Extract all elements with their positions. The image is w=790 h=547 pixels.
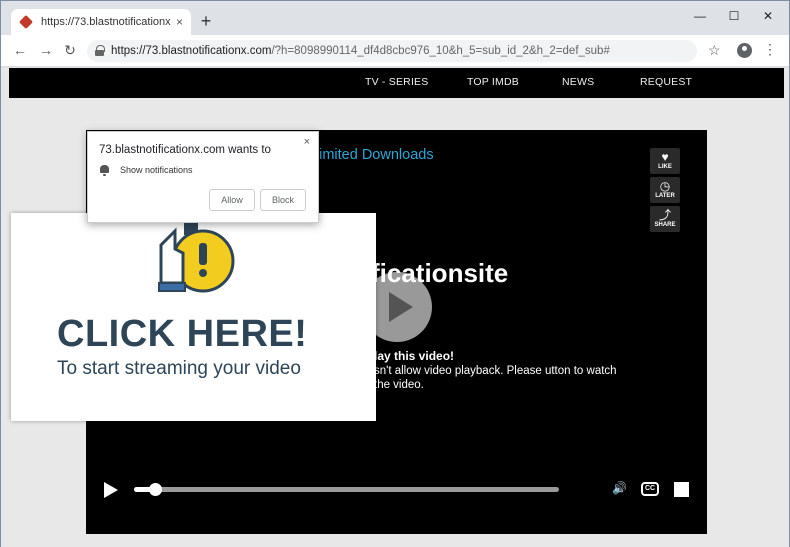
web-page: TV - SERIES TOP IMDB NEWS REQUEST risk.c…: [1, 68, 789, 547]
address-bar[interactable]: https://73.blastnotificationx.com/?h=809…: [87, 40, 697, 62]
nav-link-top-imdb[interactable]: TOP IMDB: [467, 76, 519, 88]
share-button[interactable]: ⤴ SHARE: [650, 206, 680, 232]
tab-title: https://73.blastnotificationx.com: [41, 16, 171, 28]
click-here-overlay[interactable]: CLICK HERE! To start streaming your vide…: [11, 183, 376, 421]
site-favicon-icon: [19, 15, 33, 29]
seek-bar[interactable]: [134, 483, 559, 496]
tab-strip: https://73.blastnotificationx.com × + — …: [1, 1, 789, 35]
click-here-subtitle: To start streaming your video: [57, 358, 301, 379]
like-label: LIKE: [658, 164, 672, 170]
profile-avatar-icon[interactable]: [737, 43, 752, 58]
click-here-title: CLICK HERE!: [57, 313, 308, 355]
play-icon[interactable]: [104, 482, 118, 498]
nav-link-request[interactable]: REQUEST: [640, 76, 692, 88]
url-query: /?h=8098990114_df4d8cbc976_10&h_5=sub_id…: [271, 45, 610, 57]
browser-toolbar: ← → ↻ https://73.blastnotificationx.com /…: [1, 35, 789, 67]
maximize-button[interactable]: ☐: [719, 9, 749, 23]
tab-close-icon[interactable]: ×: [176, 15, 183, 29]
playback-message-title: lay this video!: [374, 349, 455, 363]
share-label: SHARE: [654, 222, 676, 228]
forward-button[interactable]: →: [37, 42, 55, 58]
permission-message: Show notifications: [120, 165, 193, 175]
clock-icon: ◷: [659, 179, 671, 193]
heart-icon: ♥: [661, 150, 669, 164]
url-host: https://73.blastnotificationx.com: [111, 45, 272, 57]
close-window-button[interactable]: ✕: [753, 9, 783, 23]
bell-icon: [100, 165, 109, 176]
back-button[interactable]: ←: [11, 42, 29, 58]
popup-close-icon[interactable]: ×: [304, 136, 310, 148]
minimize-button[interactable]: —: [685, 9, 715, 23]
nav-link-news[interactable]: NEWS: [562, 76, 594, 88]
like-button[interactable]: ♥ LIKE: [650, 148, 680, 174]
lock-icon[interactable]: [95, 45, 105, 56]
notification-permission-popup: 73.blastnotificationx.com wants to × Sho…: [87, 131, 319, 223]
permission-title: 73.blastnotificationx.com wants to: [99, 144, 271, 156]
site-navigation: TV - SERIES TOP IMDB NEWS REQUEST: [9, 68, 784, 98]
browser-tab[interactable]: https://73.blastnotificationx.com ×: [11, 9, 191, 35]
later-label: LATER: [655, 193, 675, 199]
bookmark-star-icon[interactable]: ☆: [708, 42, 721, 59]
reload-button[interactable]: ↻: [61, 42, 79, 59]
browser-window: https://73.blastnotificationx.com × + — …: [0, 0, 790, 547]
nav-link-tv-series[interactable]: TV - SERIES: [365, 76, 428, 88]
volume-icon[interactable]: 🔊: [612, 481, 627, 495]
allow-button[interactable]: Allow: [209, 189, 255, 211]
playback-message-body: sn't allow video playback. Please utton …: [374, 365, 617, 391]
seek-handle[interactable]: [149, 483, 163, 496]
fullscreen-icon[interactable]: [674, 482, 689, 497]
new-tab-button[interactable]: +: [197, 12, 215, 30]
watch-later-button[interactable]: ◷ LATER: [650, 177, 680, 203]
block-button[interactable]: Block: [260, 189, 306, 211]
player-controls: 🔊 CC: [86, 475, 707, 505]
browser-menu-icon[interactable]: ⋮: [763, 41, 777, 58]
closed-captions-button[interactable]: CC: [641, 482, 659, 496]
share-icon: ⤴: [658, 208, 671, 222]
